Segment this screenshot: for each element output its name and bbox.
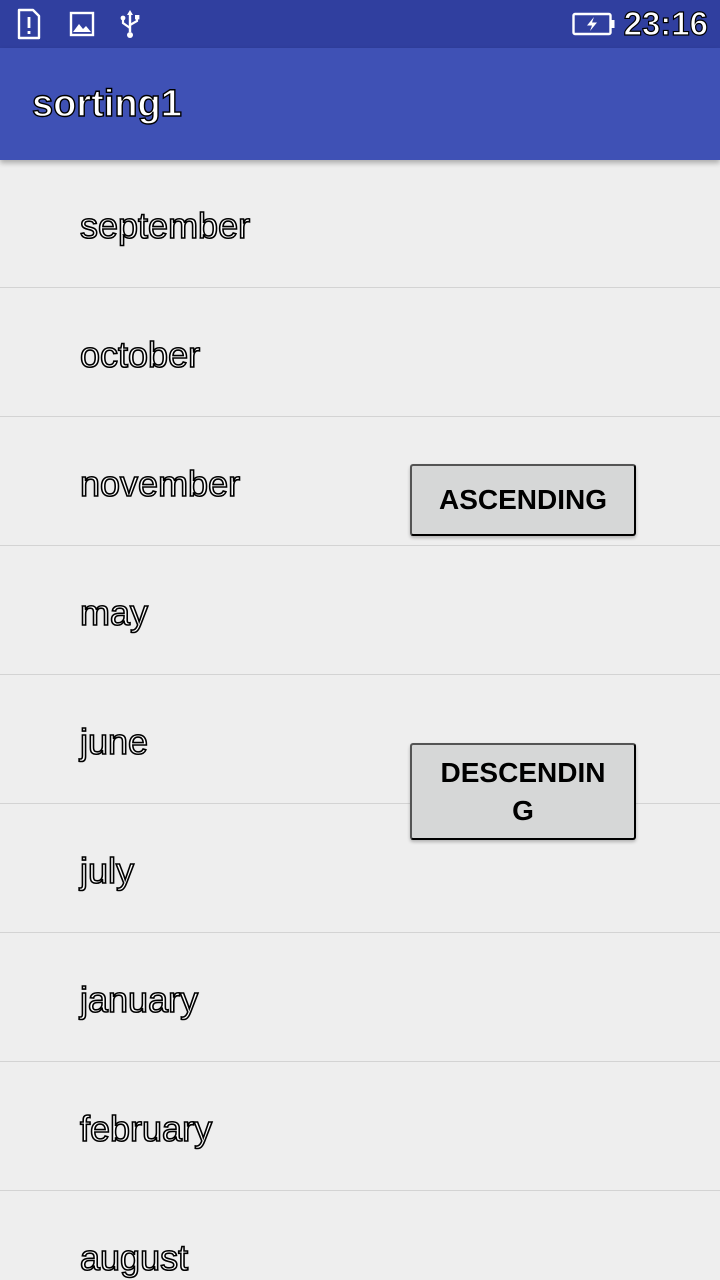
list-item-label: january [79, 978, 199, 1021]
list-item[interactable]: august [0, 1192, 720, 1280]
sim-alert-icon [16, 8, 42, 40]
battery-charging-icon [572, 8, 616, 40]
status-time: 23:16 [623, 4, 709, 42]
list-item-label: february [79, 1107, 213, 1150]
list-item[interactable]: september [0, 160, 720, 288]
list-item-label: september [79, 204, 251, 247]
list-item-label: june [79, 720, 149, 763]
list-item[interactable]: may [0, 547, 720, 675]
list-item-label: august [79, 1236, 189, 1279]
month-list[interactable]: september october november may june july… [0, 160, 720, 1280]
app-bar: sorting1 [0, 48, 720, 160]
list-item-label: may [79, 591, 149, 634]
status-bar: 23:16 [0, 0, 720, 48]
app-title: sorting1 [31, 82, 182, 125]
list-item-label: october [79, 333, 201, 376]
descending-button[interactable]: DESCENDING [410, 743, 636, 840]
list-item[interactable]: october [0, 289, 720, 417]
ascending-button[interactable]: ASCENDING [410, 464, 636, 536]
list-item[interactable]: january [0, 934, 720, 1062]
list-item[interactable]: february [0, 1063, 720, 1191]
list-item-label: november [79, 462, 241, 505]
list-item-label: july [79, 849, 135, 892]
image-icon [69, 8, 95, 40]
usb-icon [118, 8, 142, 40]
